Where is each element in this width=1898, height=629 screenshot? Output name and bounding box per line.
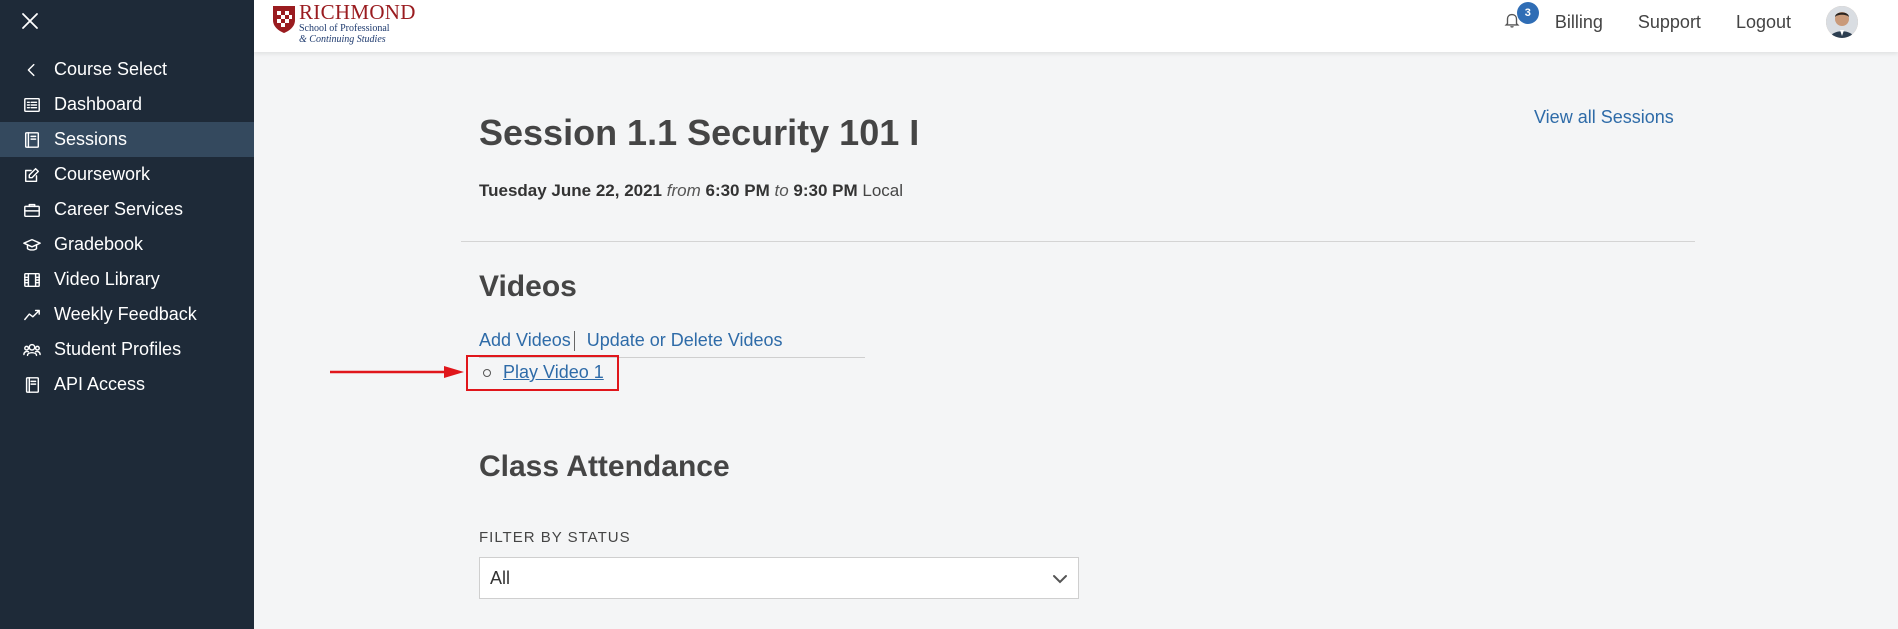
- notification-badge: 3: [1516, 2, 1539, 24]
- logo-title: RICHMOND: [299, 0, 416, 24]
- billing-link[interactable]: Billing: [1555, 12, 1603, 33]
- annotation-arrow-icon: [330, 366, 464, 378]
- film-icon: [22, 270, 42, 290]
- session-timezone: Local: [862, 181, 904, 200]
- sidebar-item-label: Dashboard: [54, 94, 143, 114]
- video-actions: Add Videos Update or Delete Videos: [479, 330, 783, 351]
- top-bar: RICHMOND School of Professional & Contin…: [254, 0, 1898, 52]
- filter-by-status-label: FILTER BY STATUS: [479, 529, 631, 546]
- view-all-sessions-link[interactable]: View all Sessions: [1534, 107, 1674, 128]
- notifications-button[interactable]: 3: [1503, 2, 1539, 33]
- sidebar-item-dashboard[interactable]: Dashboard: [0, 87, 254, 122]
- sidebar-item-label: Video Library: [54, 269, 160, 289]
- add-videos-link[interactable]: Add Videos: [479, 330, 571, 351]
- chevron-left-icon: [22, 60, 42, 80]
- session-date: Tuesday June 22, 2021: [479, 181, 663, 200]
- sidebar: Course Select Dashboard Sessions Coursew…: [0, 0, 254, 629]
- status-filter-value: All: [490, 567, 511, 588]
- main-content: Session 1.1 Security 101 I View all Sess…: [254, 52, 1898, 629]
- briefcase-icon: [22, 200, 42, 220]
- class-attendance-heading: Class Attendance: [479, 450, 730, 483]
- sidebar-item-label: API Access: [54, 374, 146, 394]
- sidebar-item-label: Coursework: [54, 164, 151, 184]
- sidebar-item-gradebook[interactable]: Gradebook: [0, 227, 254, 262]
- from-label: from: [666, 181, 701, 200]
- graduation-cap-icon: [22, 235, 42, 255]
- session-end-time: 9:30 PM: [793, 181, 858, 200]
- sidebar-item-label: Sessions: [54, 129, 128, 149]
- book-icon: [22, 375, 42, 395]
- sidebar-nav: Course Select Dashboard Sessions Coursew…: [0, 52, 254, 402]
- status-filter-select[interactable]: All: [479, 557, 1079, 599]
- sidebar-item-weekly-feedback[interactable]: Weekly Feedback: [0, 297, 254, 332]
- richmond-logo[interactable]: RICHMOND School of Professional & Contin…: [272, 2, 416, 48]
- edit-icon: [22, 165, 42, 185]
- sidebar-item-label: Gradebook: [54, 234, 144, 254]
- session-datetime: Tuesday June 22, 2021 from 6:30 PM to 9:…: [479, 181, 903, 201]
- logo-subtitle-2: & Continuing Studies: [299, 34, 386, 45]
- logout-link[interactable]: Logout: [1736, 12, 1791, 33]
- sidebar-item-label: Weekly Feedback: [54, 304, 197, 324]
- chevron-down-icon: [1053, 575, 1067, 584]
- sidebar-item-label: Career Services: [54, 199, 184, 219]
- dashboard-icon: [22, 95, 42, 115]
- users-icon: [22, 340, 42, 360]
- session-start-time: 6:30 PM: [705, 181, 770, 200]
- sidebar-item-api-access[interactable]: API Access: [0, 367, 254, 402]
- logo-subtitle-1: School of Professional: [299, 23, 390, 34]
- support-link[interactable]: Support: [1638, 12, 1701, 33]
- sidebar-item-coursework[interactable]: Coursework: [0, 157, 254, 192]
- sessions-icon: [22, 130, 42, 150]
- sidebar-item-course-select[interactable]: Course Select: [0, 52, 254, 87]
- to-label: to: [774, 181, 789, 200]
- link-separator: [573, 330, 575, 351]
- sidebar-item-video-library[interactable]: Video Library: [0, 262, 254, 297]
- sidebar-item-label: Student Profiles: [54, 339, 182, 359]
- sidebar-item-career-services[interactable]: Career Services: [0, 192, 254, 227]
- close-icon[interactable]: [20, 11, 40, 31]
- update-delete-videos-link[interactable]: Update or Delete Videos: [587, 330, 783, 351]
- page-title: Session 1.1 Security 101 I: [479, 112, 920, 153]
- sidebar-item-label: Course Select: [54, 59, 168, 79]
- shield-icon: [273, 6, 295, 33]
- avatar[interactable]: [1826, 6, 1858, 38]
- highlight-annotation-box: [466, 355, 619, 391]
- chart-line-icon: [22, 305, 42, 325]
- videos-heading: Videos: [479, 270, 577, 303]
- section-divider: [461, 241, 1695, 242]
- sidebar-item-sessions[interactable]: Sessions: [0, 122, 254, 157]
- sidebar-item-student-profiles[interactable]: Student Profiles: [0, 332, 254, 367]
